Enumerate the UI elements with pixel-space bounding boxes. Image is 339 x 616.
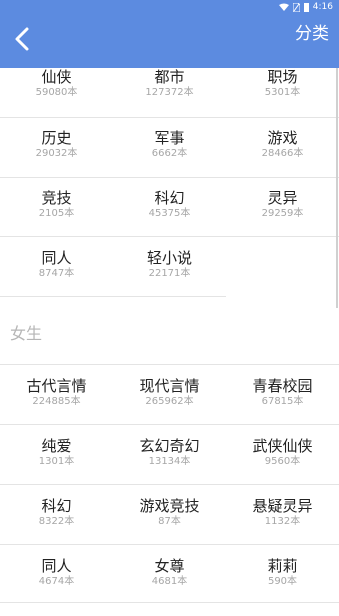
- category-name: 灵异: [267, 189, 298, 207]
- category-item[interactable]: 军事 6662本: [113, 128, 226, 187]
- status-bar: 4:16: [0, 0, 339, 14]
- back-button[interactable]: [10, 24, 38, 54]
- sim-icon: [292, 2, 300, 12]
- category-count: 590本: [267, 576, 298, 587]
- category-list[interactable]: 仙侠 59080本 都市 127372本 职场 5301本 历史 29032本 军事 66…: [0, 68, 339, 604]
- category-row: 历史 29032本 军事 6662本 游戏 28466本: [0, 128, 339, 188]
- category-count: 6662本: [151, 148, 188, 159]
- divider: [0, 602, 339, 603]
- category-name: 同人: [41, 557, 72, 575]
- category-name: 科幻: [154, 189, 185, 207]
- category-name: 青春校园: [252, 377, 313, 395]
- category-item[interactable]: 竞技 2105本: [0, 188, 113, 247]
- category-count: 1132本: [264, 516, 301, 527]
- category-item[interactable]: 历史 29032本: [0, 128, 113, 187]
- status-time: 4:16: [312, 2, 333, 12]
- category-count: 4674本: [38, 576, 75, 587]
- category-name: 游戏竞技: [139, 497, 200, 515]
- category-item[interactable]: 玄幻奇幻 13134本: [113, 436, 226, 495]
- divider: [0, 364, 339, 365]
- category-name: 古代言情: [26, 377, 87, 395]
- divider: [0, 177, 339, 178]
- category-count: 127372本: [145, 87, 194, 98]
- category-row: 古代言情 224885本 现代言情 265962本 青春校园 67815本: [0, 376, 339, 436]
- category-count: 2105本: [38, 208, 75, 219]
- category-name: 莉莉: [267, 557, 298, 575]
- category-count: 224885本: [32, 396, 81, 407]
- category-name: 同人: [41, 249, 72, 267]
- battery-icon: [303, 2, 309, 12]
- category-count: 8322本: [38, 516, 75, 527]
- scrollbar[interactable]: [336, 68, 338, 308]
- category-name: 女尊: [154, 557, 185, 575]
- wifi-icon: [278, 3, 289, 11]
- category-count: 59080本: [35, 87, 78, 98]
- category-item[interactable]: 古代言情 224885本: [0, 376, 113, 435]
- category-name: 纯爱: [41, 437, 72, 455]
- divider: [0, 236, 339, 237]
- category-count: 45375本: [148, 208, 191, 219]
- category-name: 游戏: [267, 129, 298, 147]
- category-item[interactable]: 轻小说 22171本: [113, 248, 226, 307]
- category-count: 13134本: [148, 456, 191, 467]
- category-row: 纯爱 1301本 玄幻奇幻 13134本 武侠仙侠 9560本: [0, 436, 339, 496]
- category-item[interactable]: 青春校园 67815本: [226, 376, 339, 435]
- category-count: 8747本: [38, 268, 75, 279]
- category-item[interactable]: 科幻 8322本: [0, 496, 113, 555]
- category-count: 5301本: [264, 87, 301, 98]
- category-row: 同人 4674本 女尊 4681本 莉莉 590本: [0, 556, 339, 616]
- category-count: 1301本: [38, 456, 75, 467]
- category-item[interactable]: 悬疑灵异 1132本: [226, 496, 339, 555]
- category-count: 22171本: [148, 268, 191, 279]
- category-item[interactable]: 游戏竞技 87本: [113, 496, 226, 555]
- category-count: 87本: [158, 516, 181, 527]
- divider: [0, 117, 339, 118]
- category-name: 都市: [154, 68, 185, 86]
- category-count: 28466本: [261, 148, 304, 159]
- category-name: 竞技: [41, 189, 72, 207]
- category-row: 同人 8747本 轻小说 22171本: [0, 248, 339, 308]
- category-count: 29032本: [35, 148, 78, 159]
- category-name: 军事: [154, 129, 185, 147]
- category-name: 武侠仙侠: [252, 437, 313, 455]
- divider: [0, 424, 339, 425]
- category-item[interactable]: 现代言情 265962本: [113, 376, 226, 435]
- category-item[interactable]: 女尊 4681本: [113, 556, 226, 615]
- category-name: 悬疑灵异: [252, 497, 313, 515]
- category-item[interactable]: 武侠仙侠 9560本: [226, 436, 339, 495]
- divider: [0, 544, 339, 545]
- category-row: 科幻 8322本 游戏竞技 87本 悬疑灵异 1132本: [0, 496, 339, 556]
- category-name: 历史: [41, 129, 72, 147]
- page-title: 分类: [295, 24, 329, 44]
- category-name: 仙侠: [41, 68, 72, 86]
- category-name: 现代言情: [139, 377, 200, 395]
- chevron-left-icon: [15, 27, 29, 51]
- category-item[interactable]: 纯爱 1301本: [0, 436, 113, 495]
- category-name: 科幻: [41, 497, 72, 515]
- category-name: 职场: [267, 68, 298, 86]
- section-title-female: 女生: [10, 324, 43, 343]
- category-count: 29259本: [261, 208, 304, 219]
- category-item[interactable]: 莉莉 590本: [226, 556, 339, 615]
- category-item[interactable]: 科幻 45375本: [113, 188, 226, 247]
- category-count: 9560本: [264, 456, 301, 467]
- category-item[interactable]: 同人 4674本: [0, 556, 113, 615]
- category-item[interactable]: 同人 8747本: [0, 248, 113, 307]
- category-item[interactable]: 灵异 29259本: [226, 188, 339, 247]
- category-count: 4681本: [151, 576, 188, 587]
- app-bar: 分类: [0, 14, 339, 68]
- category-row: 仙侠 59080本 都市 127372本 职场 5301本: [0, 67, 339, 127]
- divider: [0, 296, 226, 297]
- category-name: 轻小说: [146, 249, 192, 267]
- category-row: 竞技 2105本 科幻 45375本 灵异 29259本: [0, 188, 339, 248]
- status-icons: 4:16: [278, 1, 333, 13]
- category-count: 265962本: [145, 396, 194, 407]
- divider: [0, 484, 339, 485]
- category-count: 67815本: [261, 396, 304, 407]
- category-name: 玄幻奇幻: [139, 437, 200, 455]
- category-item[interactable]: 游戏 28466本: [226, 128, 339, 187]
